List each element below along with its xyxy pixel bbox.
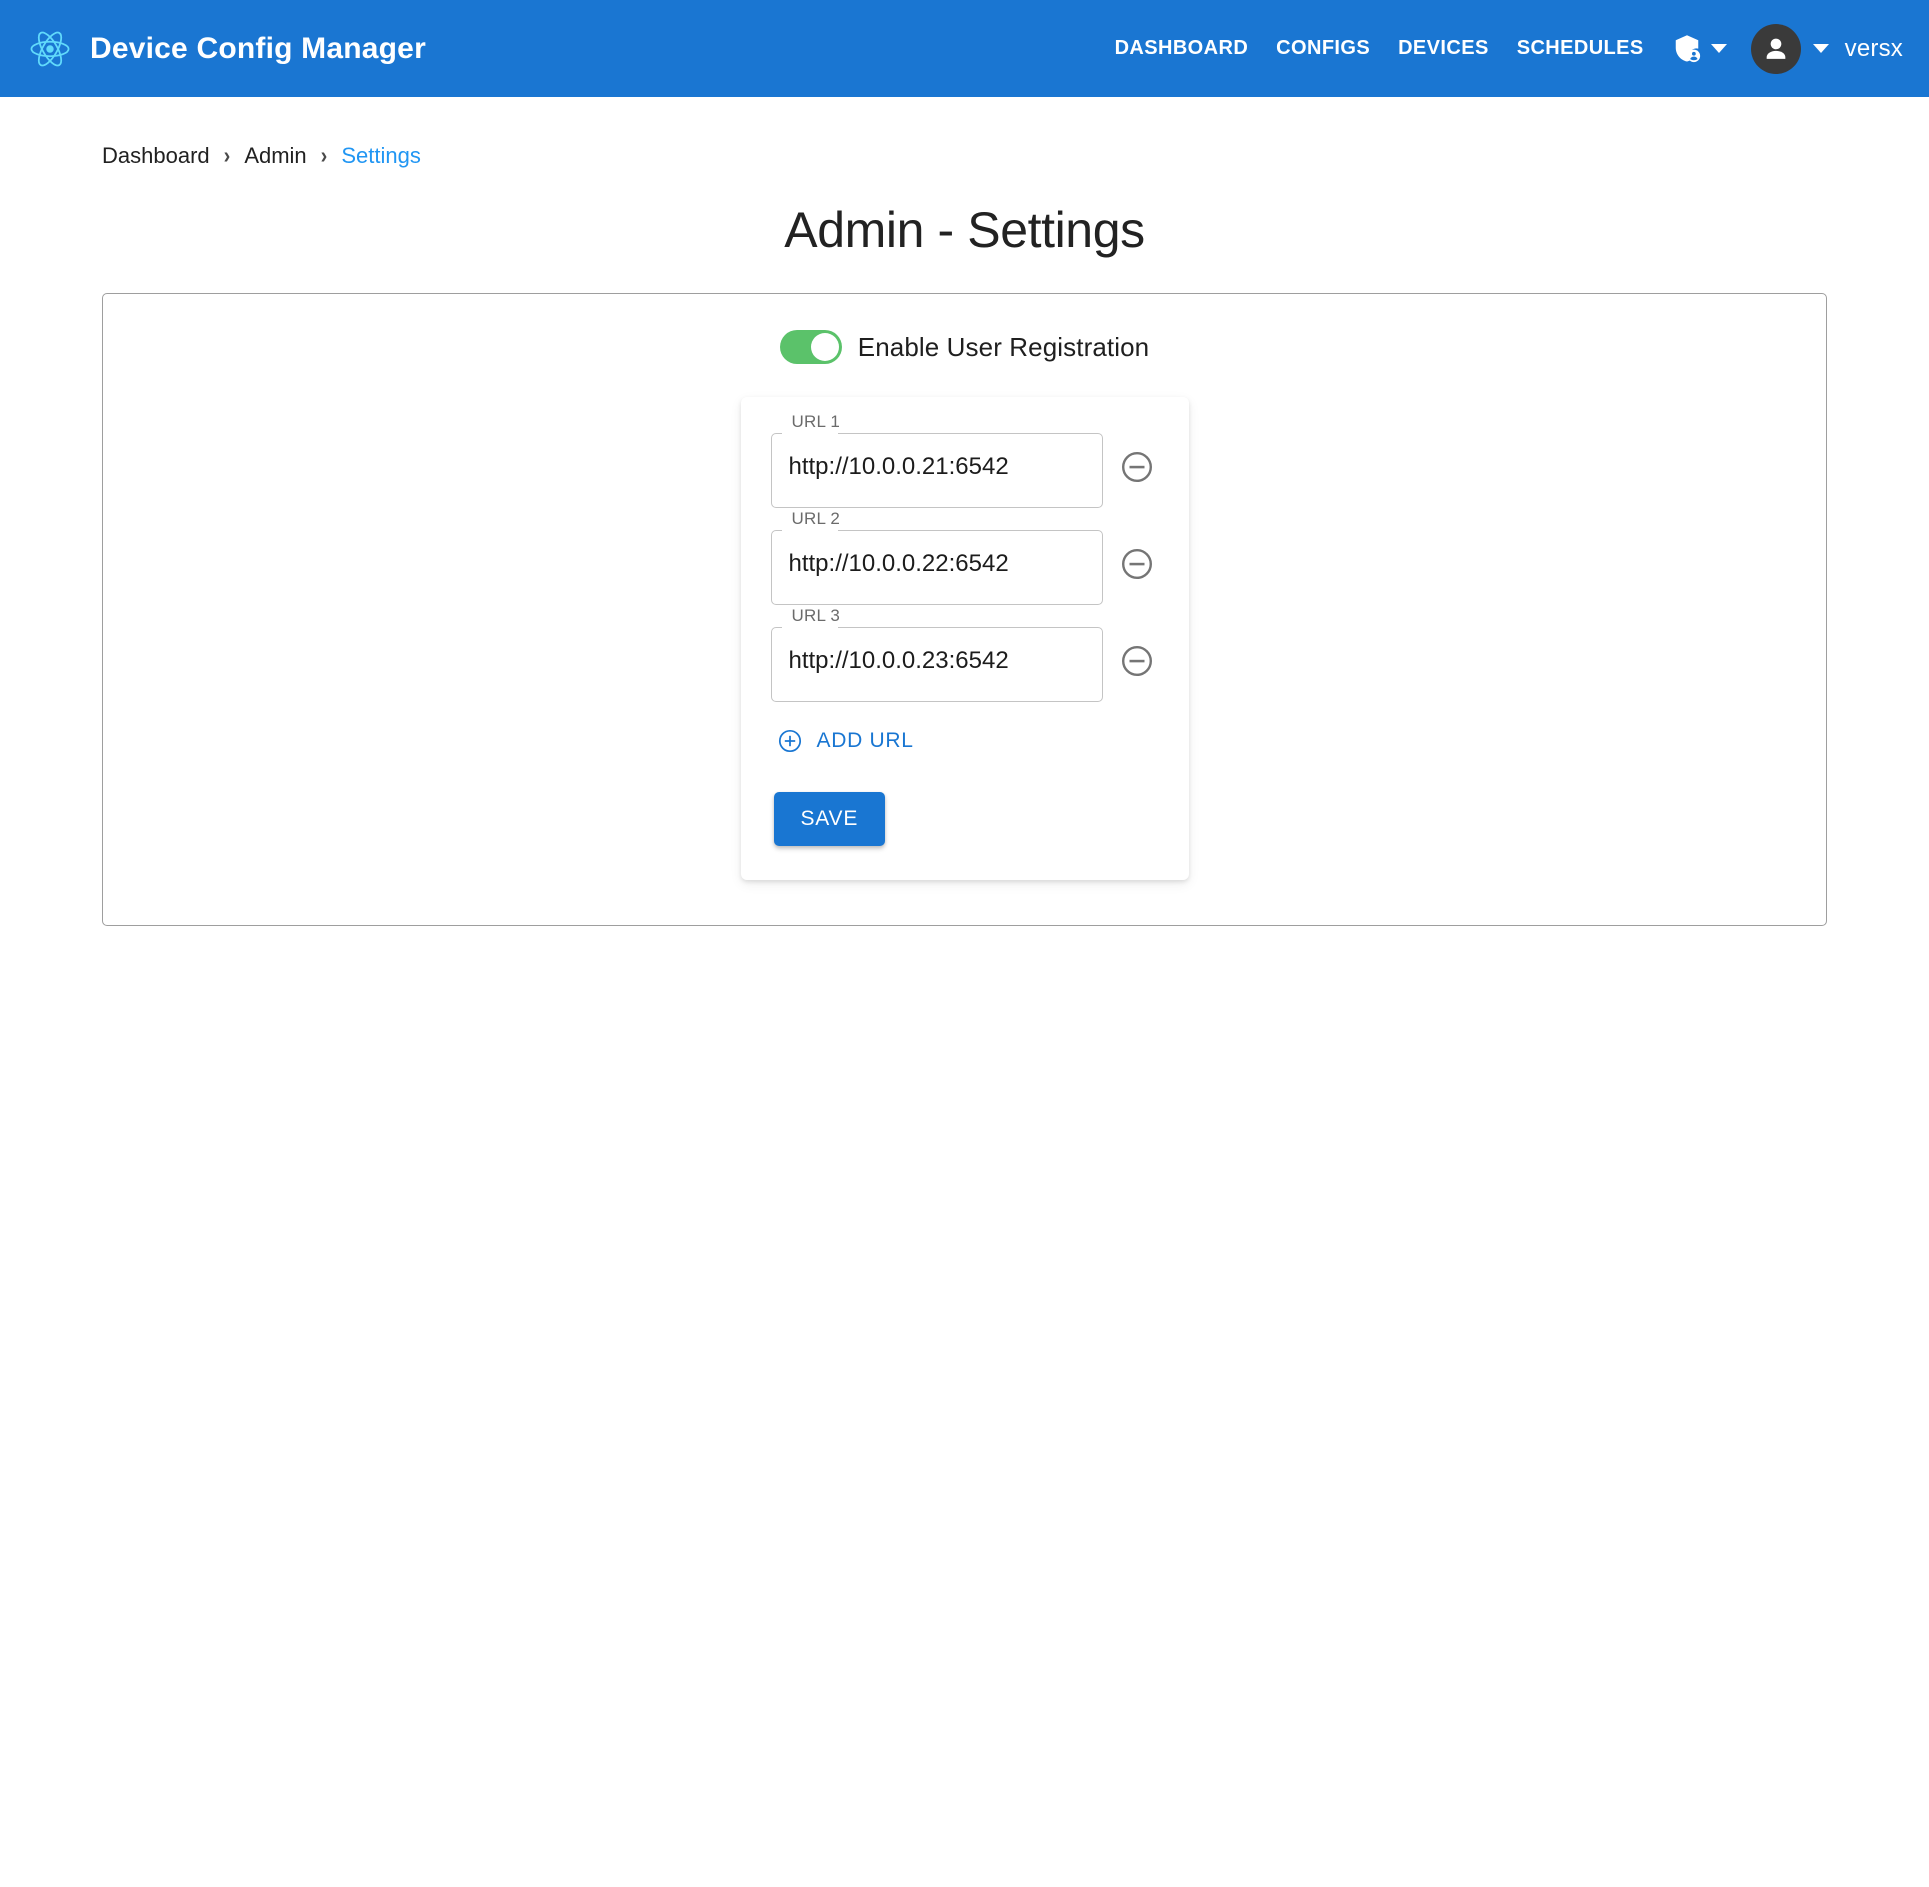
user-menu-button[interactable]: versx: [1737, 24, 1903, 74]
avatar: [1751, 24, 1801, 74]
add-url-button[interactable]: ADD URL: [775, 724, 916, 758]
shield-person-icon: [1672, 33, 1702, 65]
url-1-field-wrapper: URL 1 URL 1: [771, 425, 1103, 508]
remove-url-3-button[interactable]: [1115, 639, 1159, 683]
top-navbar: Device Config Manager DASHBOARD CONFIGS …: [0, 0, 1929, 97]
remove-url-1-button[interactable]: [1115, 445, 1159, 489]
url-row: URL 3 URL 3: [771, 619, 1159, 702]
remove-circle-outline-icon: [1119, 449, 1155, 485]
chevron-down-icon: [1813, 44, 1829, 53]
brand-home-link[interactable]: Device Config Manager: [28, 27, 426, 71]
nav-link-dashboard[interactable]: DASHBOARD: [1101, 27, 1263, 70]
breadcrumb-separator-icon: ›: [222, 143, 233, 169]
breadcrumb-item-settings[interactable]: Settings: [341, 143, 421, 169]
registration-toggle-row: Enable User Registration: [103, 294, 1826, 364]
enable-user-registration-toggle[interactable]: [780, 330, 842, 364]
remove-circle-outline-icon: [1119, 643, 1155, 679]
url-2-input[interactable]: [771, 522, 1103, 605]
remove-circle-outline-icon: [1119, 546, 1155, 582]
url-2-field-wrapper: URL 2 URL 2: [771, 522, 1103, 605]
breadcrumb-item-admin[interactable]: Admin: [244, 143, 306, 169]
url-3-field-wrapper: URL 3 URL 3: [771, 619, 1103, 702]
nav-link-devices[interactable]: DEVICES: [1384, 27, 1503, 70]
save-button[interactable]: SAVE: [774, 792, 886, 846]
toggle-knob: [811, 333, 839, 361]
add-url-label: ADD URL: [817, 729, 914, 753]
breadcrumb: Dashboard › Admin › Settings: [0, 97, 1929, 169]
navbar-links: DASHBOARD CONFIGS DEVICES SCHEDULES: [1101, 24, 1903, 74]
react-atom-logo-icon: [28, 27, 72, 71]
breadcrumb-item-dashboard[interactable]: Dashboard: [102, 143, 210, 169]
page-title: Admin - Settings: [0, 201, 1929, 259]
chevron-down-icon: [1711, 44, 1727, 53]
url-1-input[interactable]: [771, 425, 1103, 508]
breadcrumb-separator-icon: ›: [319, 143, 330, 169]
remove-url-2-button[interactable]: [1115, 542, 1159, 586]
username-label: versx: [1845, 35, 1903, 63]
urls-card: URL 1 URL 1 URL 2 URL 2: [741, 397, 1189, 880]
enable-user-registration-label: Enable User Registration: [858, 332, 1149, 363]
url-row: URL 1 URL 1: [771, 425, 1159, 508]
url-3-input[interactable]: [771, 619, 1103, 702]
url-row: URL 2 URL 2: [771, 522, 1159, 605]
admin-menu-button[interactable]: [1658, 27, 1737, 71]
nav-link-schedules[interactable]: SCHEDULES: [1503, 27, 1658, 70]
brand-title: Device Config Manager: [90, 32, 426, 66]
settings-panel: Enable User Registration URL 1 URL 1: [102, 293, 1827, 926]
add-circle-outline-icon: [777, 728, 803, 754]
nav-link-configs[interactable]: CONFIGS: [1262, 27, 1384, 70]
